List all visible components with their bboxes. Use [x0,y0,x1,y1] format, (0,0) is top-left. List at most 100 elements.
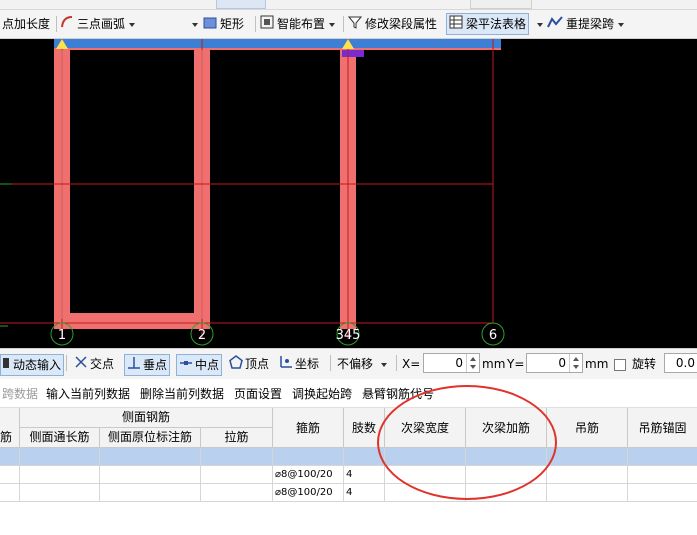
table-cell[interactable] [466,484,547,502]
table-cell[interactable] [466,466,547,484]
top-toolbar-fragment [0,0,697,10]
table-cell[interactable] [100,466,201,484]
header-hanger-anchor[interactable]: 吊筋锚固 [628,408,697,448]
copy-span-data-item[interactable]: 跨数据 [2,385,38,402]
swap-start-span-item[interactable]: 调换起始跨 [292,385,352,402]
separator [330,355,331,371]
separator [56,16,57,32]
snap-intersection-toggle[interactable]: 交点 [74,354,114,374]
header-partial[interactable]: 筋 [0,428,20,448]
x-label: X= [402,357,421,371]
table-cell[interactable] [547,448,628,466]
table-cell[interactable] [628,484,697,502]
spinner-icon[interactable] [466,354,479,372]
legs-cell[interactable]: 4 [344,466,385,484]
legs-cell[interactable]: 4 [344,484,385,502]
header-secondary-beam-add-rebar[interactable]: 次梁加筋 [466,408,547,448]
edit-segment-attr-button[interactable]: 修改梁段属性 [347,14,437,34]
chevron-down-icon[interactable] [129,22,136,27]
pentagon-icon [229,354,243,375]
header-side-orig-rebar[interactable]: 侧面原位标注筋 [100,428,201,448]
coordinate-icon [279,355,293,375]
table-icon [449,15,463,35]
header-hanger-rebar[interactable]: 吊筋 [547,408,628,448]
table-cell[interactable] [201,466,273,484]
rotate-angle-input[interactable]: 0.0 [664,353,697,373]
y-value: 0 [558,356,566,370]
input-column-data-item[interactable]: 输入当前列数据 [46,385,130,402]
axis-label-345: 345 [336,328,361,343]
separator [396,355,397,371]
delete-column-data-item[interactable]: 删除当前列数据 [140,385,224,402]
header-side-long-rebar[interactable]: 侧面通长筋 [20,428,100,448]
table-cell[interactable] [547,484,628,502]
separator [343,16,344,32]
header-side-rebar-group: 侧面钢筋 [20,408,273,428]
table-cell[interactable] [385,448,466,466]
y-coordinate-input[interactable]: 0 [526,353,583,373]
drawing-toolbar: 点加长度 三点画弧 矩形 智能布置 修改梁段属性 梁平法表格 重提梁跨 [0,10,697,39]
header-legs[interactable]: 肢数 [344,408,385,448]
stirrup-cell[interactable] [273,448,344,466]
re-span-label: 重提梁跨 [566,17,615,31]
table-cell[interactable] [385,484,466,502]
table-cell[interactable] [20,466,100,484]
table-cell[interactable] [20,448,100,466]
snap-coordinate-toggle[interactable]: 坐标 [279,354,319,374]
re-span-button[interactable]: 重提梁跨 [547,14,625,34]
table-cell[interactable] [0,466,20,484]
snap-midpoint-toggle[interactable]: 中点 [176,354,223,376]
table-cell[interactable] [628,466,697,484]
beam-table-label: 梁平法表格 [466,17,527,31]
chevron-down-icon [381,362,388,367]
selected-beam[interactable] [54,39,501,48]
rectangle-button[interactable]: 矩形 [203,14,244,34]
smart-layout-label: 智能布置 [277,17,326,31]
stirrup-cell[interactable]: ⌀8@100/20 [273,466,344,484]
header-tie-bar[interactable]: 拉筋 [201,428,273,448]
x-coordinate-input[interactable]: 0 [423,353,480,373]
cantilever-rebar-code-item[interactable]: 悬臂钢筋代号 [362,385,434,402]
stirrup-cell[interactable]: ⌀8@100/20 [273,484,344,502]
table-cell[interactable] [201,484,273,502]
spinner-icon[interactable] [569,354,582,372]
add-length-button[interactable]: 点加长度 [2,14,50,34]
table-row[interactable]: ⌀8@100/20 4 [0,484,697,502]
table-cell[interactable] [201,448,273,466]
cursor-icon [3,356,11,376]
header-stirrup[interactable]: 箍筋 [273,408,344,448]
table-cell[interactable] [547,466,628,484]
offset-mode-select[interactable]: 不偏移 [337,354,388,374]
offset-mode-value: 不偏移 [337,357,374,371]
beam-table-button[interactable]: 梁平法表格 [446,13,530,35]
dynamic-input-button[interactable]: 动态输入 [0,354,65,376]
fragment-field [470,0,532,9]
legs-cell[interactable] [344,448,385,466]
table-row[interactable]: ⌀8@100/20 4 [0,466,697,484]
rectangle-label: 矩形 [220,17,245,31]
table-cell[interactable] [100,484,201,502]
axis-label-2: 2 [198,328,206,343]
table-cell[interactable] [385,466,466,484]
dropdown-arrow[interactable] [533,14,543,34]
rotate-value: 0.0 [675,356,695,370]
page-setup-item[interactable]: 页面设置 [234,385,282,402]
intersection-label: 交点 [90,357,115,371]
table-cell[interactable] [20,484,100,502]
table-cell[interactable] [0,484,20,502]
table-cell[interactable] [100,448,201,466]
snap-perpendicular-toggle[interactable]: 垂点 [124,354,171,376]
y-label: Y= [507,357,525,371]
table-cell[interactable] [628,448,697,466]
smart-layout-button[interactable]: 智能布置 [260,14,336,34]
snap-vertex-toggle[interactable]: 顶点 [229,354,269,374]
beam-rebar-table: 侧面钢筋 筋 侧面通长筋 侧面原位标注筋 拉筋 箍筋 肢数 次梁宽度 次梁加筋 … [0,408,697,535]
header-secondary-beam-width[interactable]: 次梁宽度 [385,408,466,448]
table-row[interactable] [0,448,697,466]
table-cell[interactable] [0,448,20,466]
three-point-arc-button[interactable]: 三点画弧 [60,14,136,34]
table-cell[interactable] [466,448,547,466]
dropdown-arrow[interactable] [188,14,198,34]
rotate-checkbox[interactable]: 旋转 [614,354,656,374]
cad-canvas[interactable]: 1 2 345 6 [0,39,697,348]
